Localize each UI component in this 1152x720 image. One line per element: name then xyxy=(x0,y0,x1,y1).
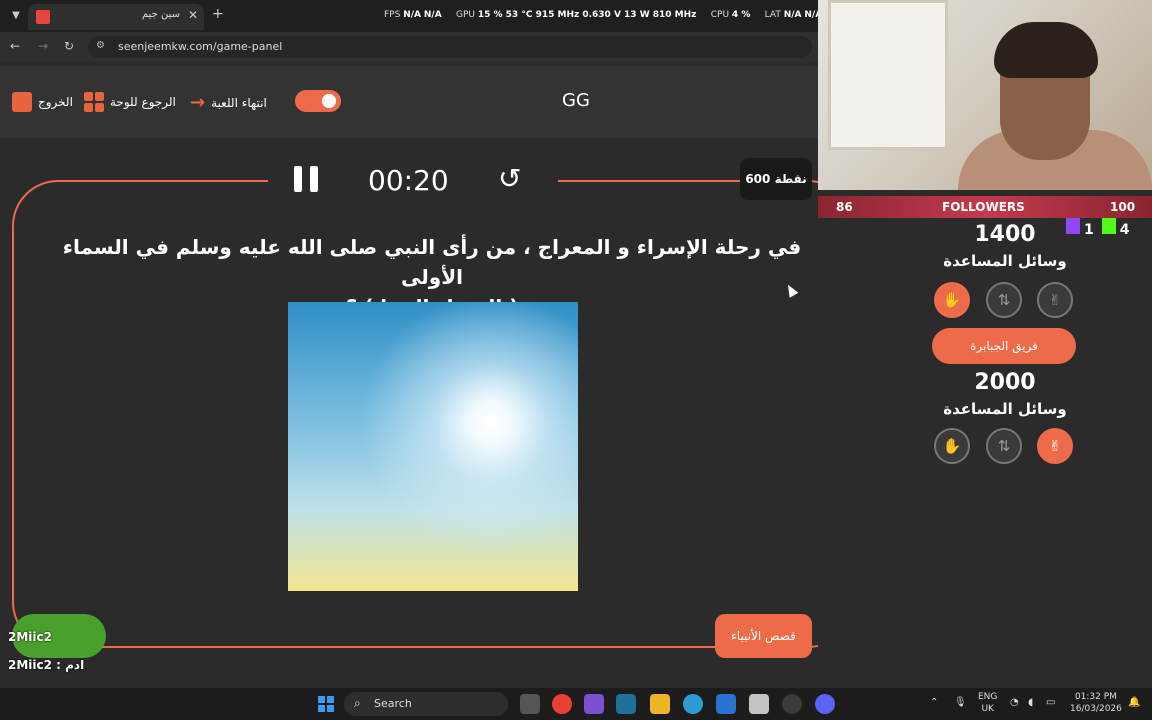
team2-aids-label: وسائل المساعدة xyxy=(943,400,1067,418)
microphone-icon[interactable]: 🎙 xyxy=(954,697,967,708)
team2-name-button[interactable]: فريق الجبابرة xyxy=(932,328,1076,364)
followers-bar: 86 FOLLOWERS 100 xyxy=(818,196,1152,218)
address-bar: ← → ↻ ⚙ seenjeemkw.com/game-panel xyxy=(0,32,818,62)
language-indicator[interactable]: ENG UK xyxy=(978,691,997,715)
battery-icon[interactable]: ▭ xyxy=(1046,697,1055,708)
webcam-overlay xyxy=(818,0,1152,190)
back-to-board-button[interactable]: الرجوع للوحة xyxy=(84,92,176,112)
taskbar-clock[interactable]: 01:32 PM 16/03/2026 xyxy=(1070,691,1122,715)
tab-close-icon[interactable]: ✕ xyxy=(188,8,198,22)
team1-hand-aid-icon[interactable]: ✋ xyxy=(934,282,970,318)
followers-goal: 100 xyxy=(1110,200,1136,214)
pause-icon[interactable] xyxy=(294,166,318,192)
file-explorer-icon[interactable] xyxy=(650,694,670,714)
question-image xyxy=(288,302,578,591)
team1-swap-aid-icon[interactable]: ⇅ xyxy=(986,282,1022,318)
end-game-label: انتهاء اللعبة xyxy=(211,95,267,110)
followers-label: FOLLOWERS xyxy=(942,200,1025,214)
team1-aids-label: وسائل المساعدة xyxy=(943,252,1067,270)
store-icon[interactable] xyxy=(749,694,769,714)
browser-tab[interactable]: سين جيم ✕ xyxy=(28,4,204,30)
tab-title: سين جيم xyxy=(141,9,180,20)
team2-score: 2000 xyxy=(974,370,1036,395)
followers-current: 86 xyxy=(836,200,853,214)
notifications-icon[interactable]: 🔔 xyxy=(1128,697,1140,708)
end-game-button[interactable]: → انتهاء اللعبة xyxy=(190,92,267,113)
vscode-icon[interactable] xyxy=(616,694,636,714)
category-button[interactable]: قصص الأنبياء xyxy=(715,614,812,658)
current-team-name: GG xyxy=(562,90,590,111)
countdown-timer: 00:20 xyxy=(368,164,449,197)
settings-toggle[interactable] xyxy=(295,90,341,112)
webcam-window-frame xyxy=(828,0,948,150)
toggle-knob xyxy=(322,94,336,108)
edge-icon[interactable] xyxy=(683,694,703,714)
exit-label: الخروج xyxy=(38,95,73,109)
performance-overlay: FPS N/A N/A GPU 15 % 53 °C 915 MHz 0.630… xyxy=(384,10,823,20)
points-badge: 600 نقطة xyxy=(740,158,812,200)
forward-icon[interactable]: → xyxy=(38,39,48,53)
wifi-icon[interactable]: ◔ xyxy=(1010,697,1019,708)
tray-chevron-icon[interactable]: ⌃ xyxy=(930,697,938,708)
new-tab-icon[interactable]: + xyxy=(212,6,224,22)
team1-peace-aid-icon[interactable]: ✌ xyxy=(1037,282,1073,318)
volume-icon[interactable]: ◖ xyxy=(1028,697,1033,708)
obs-icon[interactable] xyxy=(782,694,802,714)
team2-peace-aid-icon[interactable]: ✌ xyxy=(1037,428,1073,464)
back-to-board-label: الرجوع للوحة xyxy=(110,95,176,109)
start-icon[interactable] xyxy=(318,696,334,712)
question-line-1: في رحلة الإسراء و المعراج ، من رأى النبي… xyxy=(62,235,802,289)
kick-icon xyxy=(1101,218,1116,234)
reload-icon[interactable]: ↻ xyxy=(64,39,74,53)
exit-button[interactable]: الخروج xyxy=(12,92,73,112)
team1-score: 1400 xyxy=(974,222,1036,247)
board-grid-icon xyxy=(84,92,104,112)
back-icon[interactable]: ← xyxy=(10,39,20,53)
webcam-person-hair xyxy=(994,22,1098,78)
search-placeholder: Search xyxy=(374,697,412,710)
url-text[interactable]: seenjeemkw.com/game-panel xyxy=(118,40,282,53)
chrome-icon[interactable] xyxy=(552,694,572,714)
discord-icon[interactable] xyxy=(815,694,835,714)
browser-tab-bar: ▼ سين جيم ✕ + FPS N/A N/A GPU 15 % 53 °C… xyxy=(0,0,822,32)
windows-taskbar: ⌕ Search ⌃ 🎙 ENG UK ◔ ◖ ▭ 01:32 PM 16/03/2… xyxy=(0,688,1152,720)
site-favicon-icon xyxy=(36,10,50,24)
copilot-icon[interactable] xyxy=(584,694,604,714)
end-game-arrow-icon: → xyxy=(190,92,206,113)
taskbar-search[interactable]: ⌕ Search xyxy=(344,692,508,716)
kick-stat: 4 xyxy=(1101,218,1130,238)
task-view-icon[interactable] xyxy=(520,694,540,714)
url-field[interactable]: ⚙ seenjeemkw.com/game-panel xyxy=(88,36,812,58)
exit-door-icon xyxy=(12,92,32,112)
site-info-icon[interactable]: ⚙ xyxy=(96,40,105,51)
game-header: الخروج الرجوع للوحة → انتهاء اللعبة GG xyxy=(0,66,818,138)
reset-timer-icon[interactable]: ↺ xyxy=(498,162,521,195)
team2-hand-aid-icon[interactable]: ✋ xyxy=(934,428,970,464)
outlook-icon[interactable] xyxy=(716,694,736,714)
tab-list-chevron-icon[interactable]: ▼ xyxy=(8,8,24,24)
search-icon: ⌕ xyxy=(354,696,361,710)
team2-swap-aid-icon[interactable]: ⇅ xyxy=(986,428,1022,464)
chat-message-1: 2Miic2 xyxy=(8,630,52,644)
chat-message-2: 2Miic2 : ادم xyxy=(8,658,85,672)
